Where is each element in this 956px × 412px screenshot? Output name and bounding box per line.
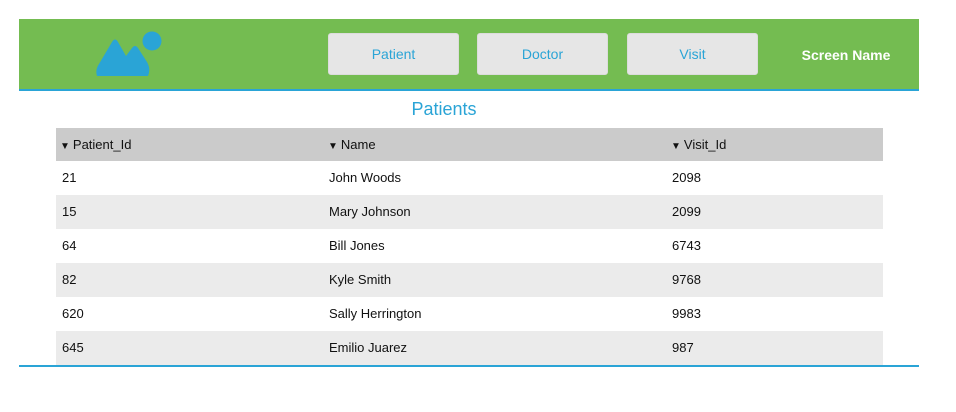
- column-header-name[interactable]: ▼ Name: [328, 128, 376, 161]
- table-row[interactable]: 15 Mary Johnson 2099: [56, 195, 883, 229]
- cell-name: Emilio Juarez: [329, 340, 408, 355]
- cell-patient-id: 64: [62, 238, 77, 253]
- cell-visit-id: 6743: [672, 238, 701, 253]
- table-row[interactable]: 645 Emilio Juarez 987: [56, 331, 883, 365]
- cell-name: John Woods: [329, 170, 402, 185]
- cell-visit-id: 987: [672, 340, 694, 355]
- sort-down-icon: ▼: [671, 141, 681, 152]
- sort-down-icon: ▼: [328, 141, 338, 152]
- column-header-label: Name: [340, 137, 376, 152]
- cell-visit-id: 2098: [672, 170, 701, 185]
- header-bar: Patient Doctor Visit Screen Name: [19, 19, 919, 91]
- column-header-label: Visit_Id: [683, 137, 727, 152]
- cell-patient-id: 645: [62, 340, 84, 355]
- cell-name: Kyle Smith: [329, 272, 392, 287]
- cell-visit-id: 9768: [672, 272, 701, 287]
- column-header-visit-id[interactable]: ▼ Visit_Id: [671, 128, 726, 161]
- table-row[interactable]: 620 Sally Herrington 9983: [56, 297, 883, 331]
- cell-patient-id: 82: [62, 272, 77, 287]
- table-row[interactable]: 21 John Woods 2098: [56, 161, 883, 195]
- app-window: Patient Doctor Visit Screen Name Patient…: [0, 0, 956, 412]
- cell-patient-id: 620: [62, 306, 84, 321]
- nav-doctor-button[interactable]: Doctor: [477, 33, 608, 75]
- cell-name: Sally Herrington: [329, 306, 422, 321]
- cell-patient-id: 15: [62, 204, 77, 219]
- cell-name: Bill Jones: [329, 238, 385, 253]
- image-placeholder-icon: [96, 31, 162, 76]
- nav-visit-button[interactable]: Visit: [627, 33, 758, 75]
- nav-patient-button[interactable]: Patient: [328, 33, 459, 75]
- screen-name-label: Screen Name: [801, 47, 891, 63]
- sort-down-icon: ▼: [60, 141, 70, 152]
- page-title: Patients: [411, 99, 477, 119]
- cell-visit-id: 2099: [672, 204, 701, 219]
- footer-divider: [19, 365, 919, 367]
- cell-visit-id: 9983: [672, 306, 701, 321]
- column-header-label: Patient_Id: [72, 137, 132, 152]
- cell-patient-id: 21: [62, 170, 77, 185]
- cell-name: Mary Johnson: [329, 204, 411, 219]
- patients-table: ▼ Patient_Id ▼ Name ▼ Visit_Id 21 John Wood…: [56, 128, 883, 365]
- table-row[interactable]: 64 Bill Jones 6743: [56, 229, 883, 263]
- table-row[interactable]: 82 Kyle Smith 9768: [56, 263, 883, 297]
- column-header-patient-id[interactable]: ▼ Patient_Id: [60, 128, 131, 161]
- table-header: ▼ Patient_Id ▼ Name ▼ Visit_Id: [56, 128, 883, 161]
